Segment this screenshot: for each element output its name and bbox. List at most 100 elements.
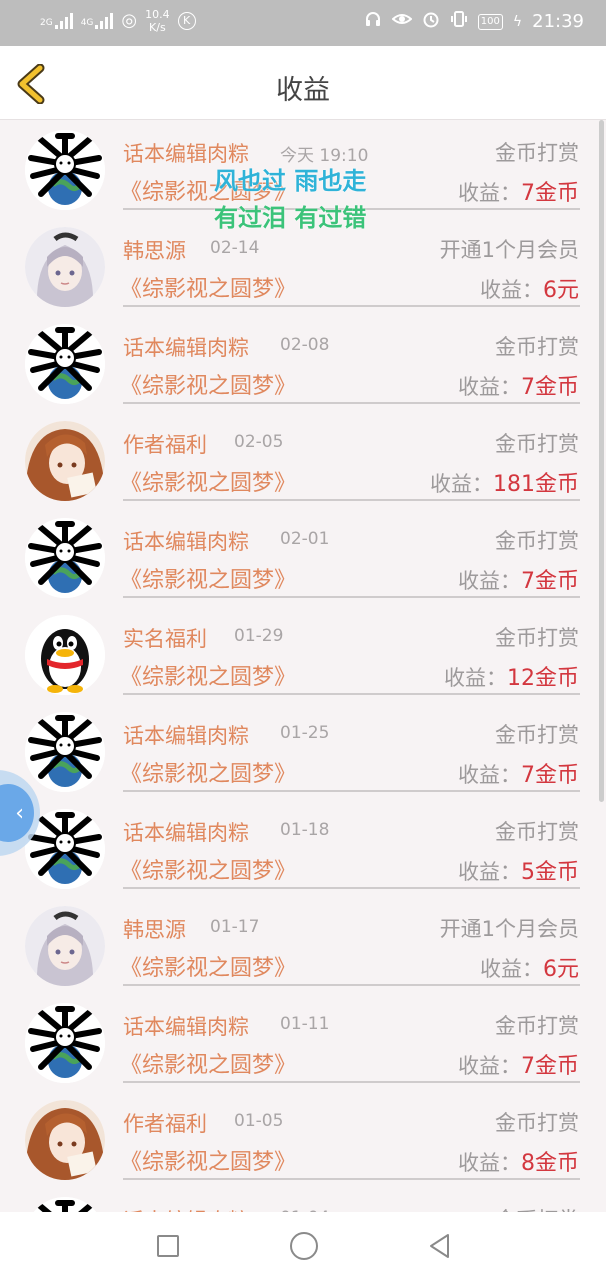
row-divider [123,305,580,307]
row-divider [123,790,580,792]
record-date: 02-14 [210,238,260,258]
record-type: 开通1个月会员 [439,238,579,262]
sender-name: 话本编辑肉粽 [123,1015,249,1039]
earnings-text: 收益：7金币 [458,1048,579,1080]
record-date: 01-18 [280,820,330,840]
eye-icon [391,11,413,32]
list-item[interactable]: 作者福利 02-05 金币打赏 《综影视之圆梦》 收益：181金币 [0,411,606,508]
earnings-label: 收益： [458,181,521,205]
sender-name: 韩思源 [123,239,186,263]
list-item[interactable]: 作者福利 01-05 金币打赏 《综影视之圆梦》 收益：8金币 [0,1090,606,1187]
app-header: 收益 [0,46,606,120]
sender-name: 韩思源 [123,918,186,942]
list-item[interactable]: 话本编辑肉粽 02-08 金币打赏 《综影视之圆梦》 收益：7金币 [0,314,606,411]
avatar[interactable] [25,906,105,986]
square-icon[interactable] [157,1235,179,1257]
sender-name: 作者福利 [123,433,207,457]
status-right: 100 ϟ 21:39 [364,10,584,33]
record-type: 金币打赏 [495,723,579,747]
signal-4g-icon: 4G [81,13,114,29]
sender-name: 话本编辑肉粽 [123,821,249,845]
lyrics-overlay: 风也过 雨也走 有过泪 有过错 [214,163,366,237]
earnings-text: 收益：12金币 [444,660,579,692]
record-type: 金币打赏 [495,1014,579,1038]
row-divider [123,499,580,501]
row-divider [123,1081,580,1083]
avatar[interactable] [25,324,105,404]
avatar[interactable] [25,1003,105,1083]
circle-icon[interactable] [290,1232,318,1260]
network-speed: 10.4 K/s [145,8,170,34]
record-date: 02-05 [234,432,284,452]
headphones-icon [364,10,382,33]
earnings-amount: 181金币 [493,472,579,497]
earnings-amount: 6元 [543,957,579,982]
earnings-amount: 7金币 [521,1054,579,1079]
sender-name: 话本编辑肉粽 [123,336,249,360]
avatar[interactable] [25,130,105,210]
record-type: 金币打赏 [495,432,579,456]
k-badge-icon: K [177,12,196,30]
avatar[interactable] [25,421,105,501]
earnings-amount: 7金币 [521,181,579,206]
record-type: 金币打赏 [495,141,579,165]
earnings-text: 收益：7金币 [458,757,579,789]
book-title: 《综影视之圆梦》 [120,568,297,593]
list-item[interactable]: 实名福利 01-29 金币打赏 《综影视之圆梦》 收益：12金币 [0,605,606,702]
book-title: 《综影视之圆梦》 [120,762,297,787]
avatar[interactable] [25,615,105,695]
avatar[interactable] [25,1197,105,1212]
row-divider [123,693,580,695]
earnings-amount: 7金币 [521,375,579,400]
page-title: 收益 [276,75,330,106]
avatar[interactable] [25,712,105,792]
record-type: 金币打赏 [495,820,579,844]
record-type: 金币打赏 [495,335,579,359]
triangle-back-icon[interactable] [426,1232,454,1260]
earnings-amount: 7金币 [521,763,579,788]
lyrics-line-2: 有过泪 有过错 [214,204,367,232]
row-divider [123,402,580,404]
avatar[interactable] [25,518,105,598]
list-item[interactable]: 话本编辑肉粽 01-11 金币打赏 《综影视之圆梦》 收益：7金币 [0,993,606,1090]
battery-icon: 100 [477,13,503,30]
book-title: 《综影视之圆梦》 [120,374,297,399]
earnings-label: 收益： [444,666,507,690]
scrollbar[interactable] [599,120,604,802]
status-left: 2G 4G ◎ 10.4 K/s K [40,8,196,34]
book-title: 《综影视之圆梦》 [120,956,297,981]
earnings-label: 收益： [480,957,543,981]
earnings-text: 收益：8金币 [458,1145,579,1177]
list-item[interactable]: 韩思源 01-17 开通1个月会员 《综影视之圆梦》 收益：6元 [0,896,606,993]
record-type: 金币打赏 [495,1204,579,1212]
record-date: 01-29 [234,626,284,646]
row-divider [123,887,580,889]
record-type: 开通1个月会员 [439,917,579,941]
list-item[interactable]: 话本编辑肉粽01-04金币打赏 [0,1187,606,1212]
earnings-label: 收益： [480,278,543,302]
earnings-text: 收益：7金币 [458,563,579,595]
list-item[interactable]: 话本编辑肉粽 02-01 金币打赏 《综影视之圆梦》 收益：7金币 [0,508,606,605]
avatar[interactable] [25,227,105,307]
book-title: 《综影视之圆梦》 [120,665,297,690]
book-title: 《综影视之圆梦》 [120,277,297,302]
earnings-label: 收益： [458,375,521,399]
earnings-label: 收益： [458,1151,521,1175]
list-item[interactable]: 话本编辑肉粽 01-18 金币打赏 《综影视之圆梦》 收益：5金币 [0,799,606,896]
book-title: 《综影视之圆梦》 [120,471,297,496]
signal-2g-icon: 2G [40,13,73,29]
sender-name: 实名福利 [123,627,207,651]
earnings-label: 收益： [458,569,521,593]
list-item[interactable]: 话本编辑肉粽 01-25 金币打赏 《综影视之圆梦》 收益：7金币 [0,702,606,799]
lyrics-line-1: 风也过 雨也走 [214,167,367,195]
earnings-amount: 12金币 [507,666,579,691]
avatar[interactable] [25,1100,105,1180]
record-type: 金币打赏 [495,1111,579,1135]
record-date: 02-01 [280,529,330,549]
row-divider [123,984,580,986]
book-title: 《综影视之圆梦》 [120,1150,297,1175]
book-title: 《综影视之圆梦》 [120,1053,297,1078]
earnings-list[interactable]: 话本编辑肉粽 今天 19:10 金币打赏 《综影视之圆梦》 收益：7金币 韩思源 02-14… [0,120,606,1212]
system-nav-bar [0,1212,606,1280]
earnings-label: 收益： [458,763,521,787]
